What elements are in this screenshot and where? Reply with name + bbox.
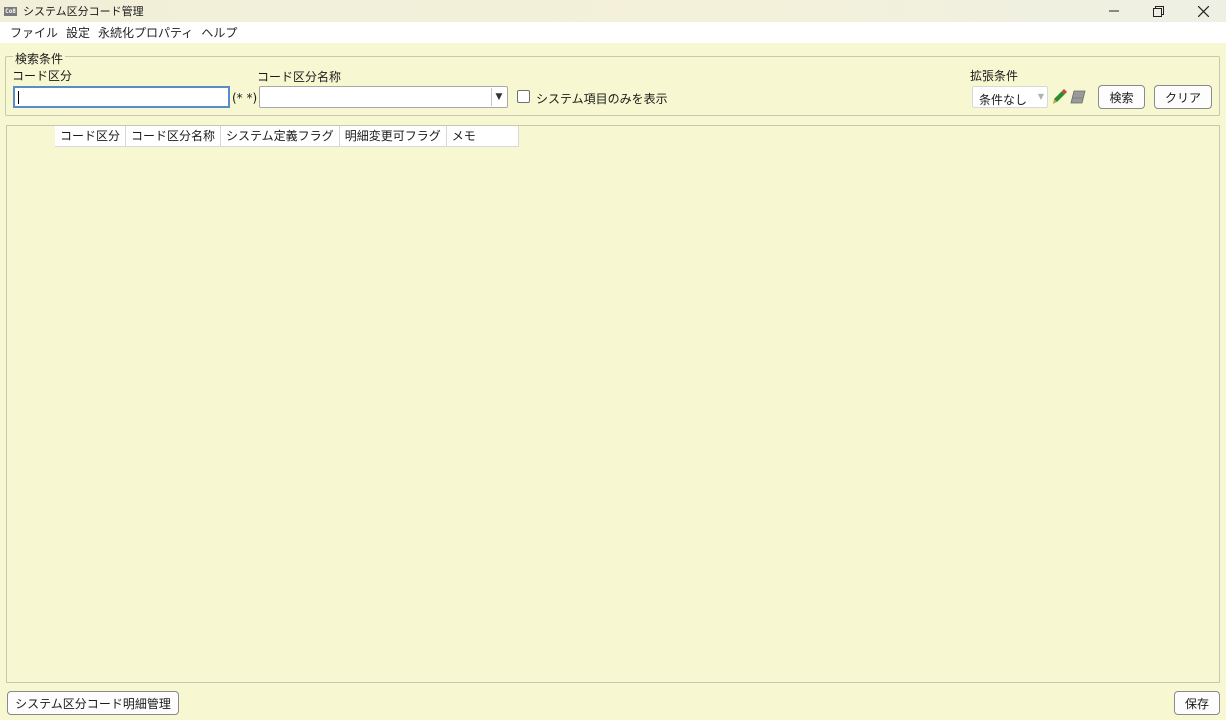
window-title: システム区分コード管理 (23, 5, 144, 18)
search-button[interactable]: 検索 (1098, 85, 1145, 109)
extended-condition-label: 拡張条件 (970, 69, 1019, 83)
close-button[interactable] (1181, 0, 1226, 22)
menu-help[interactable]: ヘルプ (197, 24, 241, 41)
code-category-name-label: コード区分名称 (257, 70, 342, 84)
menu-file[interactable]: ファイル (6, 24, 62, 41)
search-condition-title: 検索条件 (13, 50, 66, 67)
column-header-system-flag[interactable]: システム定義フラグ (221, 126, 340, 147)
close-icon (1198, 5, 1209, 17)
grid-header: コード区分 コード区分名称 システム定義フラグ 明細変更可フラグ メモ (55, 126, 519, 147)
minimize-button[interactable] (1091, 0, 1136, 22)
clear-button[interactable]: クリア (1154, 85, 1212, 109)
column-header-memo[interactable]: メモ (447, 126, 519, 147)
restore-icon (1153, 5, 1164, 17)
minimize-icon (1108, 10, 1119, 12)
save-button[interactable]: 保存 (1174, 691, 1220, 715)
menu-bar: ファイル 設定 永続化プロパティ ヘルプ (0, 22, 1226, 43)
chevron-down-icon: ▼ (1037, 92, 1044, 101)
code-category-hint: (* *) (232, 91, 258, 105)
results-grid[interactable] (6, 125, 1220, 683)
extended-condition-select[interactable]: 条件なし ▼ (972, 86, 1048, 108)
system-only-label[interactable]: システム項目のみを表示 (536, 90, 668, 107)
extended-condition-value: 条件なし (979, 93, 1028, 107)
code-category-input[interactable] (13, 86, 230, 108)
menu-settings[interactable]: 設定 (62, 24, 94, 41)
eraser-icon[interactable] (1070, 89, 1086, 105)
column-header-code-category-name[interactable]: コード区分名称 (126, 126, 222, 147)
edit-pencil-icon[interactable] (1052, 89, 1068, 105)
title-bar: Co8 システム区分コード管理 (0, 0, 1226, 22)
restore-button[interactable] (1136, 0, 1181, 22)
window-controls (1091, 0, 1226, 22)
app-icon: Co8 (4, 6, 17, 16)
dropdown-arrow-icon[interactable]: ▼ (491, 88, 506, 106)
column-header-code-category[interactable]: コード区分 (55, 126, 127, 147)
text-caret (18, 91, 19, 104)
code-category-label: コード区分 (12, 69, 73, 83)
column-header-detail-editable-flag[interactable]: 明細変更可フラグ (340, 126, 447, 147)
menu-persistence-properties[interactable]: 永続化プロパティ (94, 24, 197, 41)
detail-management-button[interactable]: システム区分コード明細管理 (7, 691, 179, 715)
system-only-checkbox[interactable] (517, 90, 530, 103)
code-category-name-combo[interactable]: ▼ (259, 86, 508, 108)
